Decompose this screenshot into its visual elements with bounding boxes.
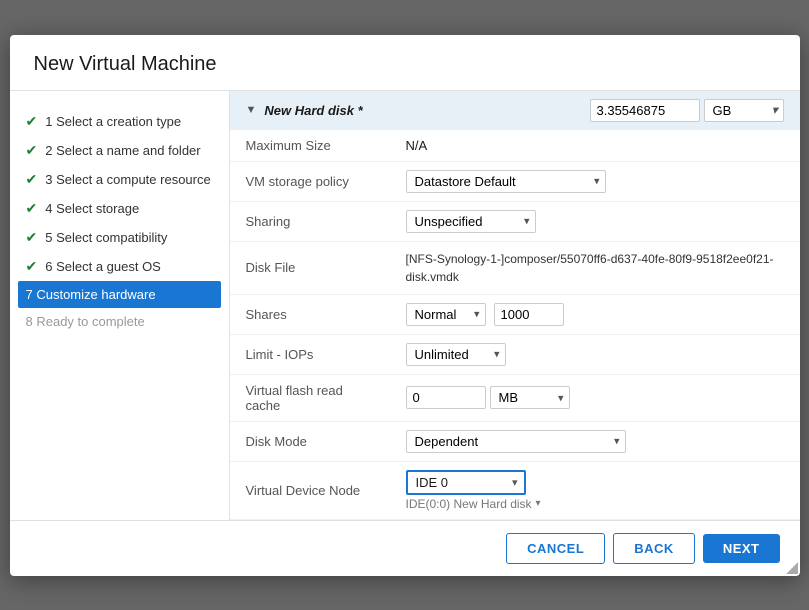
- resize-handle[interactable]: [786, 562, 798, 574]
- back-button[interactable]: BACK: [613, 533, 695, 564]
- disk-file-label: Disk File: [230, 241, 390, 294]
- check-icon-step4: ✔: [26, 200, 38, 217]
- shares-type-select[interactable]: Normal Low High Custom: [406, 303, 486, 326]
- sidebar-item-step1[interactable]: ✔ 1 Select a creation type: [10, 107, 229, 136]
- sidebar-item-step2[interactable]: ✔ 2 Select a name and folder: [10, 136, 229, 165]
- disk-mode-wrapper: Dependent Independent - Persistent Indep…: [406, 430, 626, 453]
- shares-label: Shares: [230, 294, 390, 334]
- disk-mode-label: Disk Mode: [230, 421, 390, 461]
- check-icon-step2: ✔: [26, 142, 38, 159]
- vm-storage-policy-row: VM storage policy Datastore Default: [230, 161, 800, 201]
- sidebar-item-step5[interactable]: ✔ 5 Select compatibility: [10, 223, 229, 252]
- limit-iops-row: Limit - IOPs Unlimited: [230, 334, 800, 374]
- shares-type-wrapper: Normal Low High Custom: [406, 303, 486, 326]
- limit-iops-select[interactable]: Unlimited: [406, 343, 506, 366]
- chevron-down-icon: ▼: [246, 104, 257, 116]
- check-icon-step6: ✔: [26, 258, 38, 275]
- disk-mode-row: Disk Mode Dependent Independent - Persis…: [230, 421, 800, 461]
- maximum-size-value: N/A: [390, 130, 800, 162]
- sharing-value: Unspecified None: [390, 201, 800, 241]
- limit-iops-value: Unlimited: [390, 334, 800, 374]
- virtual-device-node-value: IDE 0 IDE(0:0) New Hard disk ▾: [390, 461, 800, 519]
- dialog-footer: CANCEL BACK NEXT: [10, 520, 800, 576]
- vf-read-cache-input[interactable]: [406, 386, 486, 409]
- vf-unit-wrapper: MB GB: [490, 386, 570, 409]
- limit-iops-wrapper: Unlimited: [406, 343, 506, 366]
- vf-read-cache-value: MB GB: [390, 374, 800, 421]
- virtual-device-node-sub: IDE(0:0) New Hard disk ▾: [406, 497, 784, 511]
- virtual-device-node-label: Virtual Device Node: [230, 461, 390, 519]
- dialog-body: ✔ 1 Select a creation type ✔ 2 Select a …: [10, 91, 800, 520]
- disk-mode-value: Dependent Independent - Persistent Indep…: [390, 421, 800, 461]
- vm-storage-policy-wrapper: Datastore Default: [406, 170, 606, 193]
- check-icon-step1: ✔: [26, 113, 38, 130]
- new-vm-dialog: New Virtual Machine ✔ 1 Select a creatio…: [10, 35, 800, 576]
- vf-read-cache-row: Virtual flash read cache MB GB: [230, 374, 800, 421]
- hard-disk-size-input[interactable]: [590, 99, 700, 122]
- sidebar-item-step7[interactable]: 7 Customize hardware: [18, 281, 221, 308]
- vm-storage-policy-label: VM storage policy: [230, 161, 390, 201]
- size-input-group: GB MB TB: [590, 99, 784, 122]
- vm-storage-policy-value: Datastore Default: [390, 161, 800, 201]
- vf-controls: MB GB: [406, 386, 784, 409]
- cancel-button[interactable]: CANCEL: [506, 533, 605, 564]
- maximum-size-row: Maximum Size N/A: [230, 130, 800, 162]
- sidebar-item-step8[interactable]: 8 Ready to complete: [10, 308, 229, 335]
- sharing-wrapper: Unspecified None: [406, 210, 536, 233]
- dialog-title: New Virtual Machine: [10, 35, 800, 91]
- check-icon-step5: ✔: [26, 229, 38, 246]
- disk-file-value: [NFS-Synology-1-]composer/55070ff6-d637-…: [390, 241, 800, 294]
- shares-controls: Normal Low High Custom: [406, 303, 784, 326]
- vf-read-cache-label: Virtual flash read cache: [230, 374, 390, 421]
- virtual-device-node-row: Virtual Device Node IDE 0 IDE(0:0) New H…: [230, 461, 800, 519]
- virtual-device-node-box[interactable]: IDE 0: [406, 470, 526, 495]
- size-unit-select[interactable]: GB MB TB: [704, 99, 784, 122]
- next-button[interactable]: NEXT: [703, 534, 780, 563]
- disk-file-row: Disk File [NFS-Synology-1-]composer/5507…: [230, 241, 800, 294]
- sharing-label: Sharing: [230, 201, 390, 241]
- disk-mode-select[interactable]: Dependent Independent - Persistent Indep…: [406, 430, 626, 453]
- vf-unit-select[interactable]: MB GB: [490, 386, 570, 409]
- form-table: Maximum Size N/A VM storage policy Datas…: [230, 130, 800, 520]
- sidebar-item-step4[interactable]: ✔ 4 Select storage: [10, 194, 229, 223]
- sharing-select[interactable]: Unspecified None: [406, 210, 536, 233]
- size-unit-wrapper: GB MB TB: [704, 99, 784, 122]
- chevron-sub-icon: ▾: [536, 498, 541, 509]
- sidebar: ✔ 1 Select a creation type ✔ 2 Select a …: [10, 91, 230, 520]
- sharing-row: Sharing Unspecified None: [230, 201, 800, 241]
- limit-iops-label: Limit - IOPs: [230, 334, 390, 374]
- check-icon-step3: ✔: [26, 171, 38, 188]
- shares-value: Normal Low High Custom: [390, 294, 800, 334]
- section-header: ▼ New Hard disk * GB MB TB: [230, 91, 800, 130]
- section-title: New Hard disk *: [264, 103, 362, 118]
- disk-file-path: [NFS-Synology-1-]composer/55070ff6-d637-…: [406, 250, 784, 286]
- shares-value-input[interactable]: [494, 303, 564, 326]
- sidebar-item-step6[interactable]: ✔ 6 Select a guest OS: [10, 252, 229, 281]
- sidebar-item-step3[interactable]: ✔ 3 Select a compute resource: [10, 165, 229, 194]
- maximum-size-label: Maximum Size: [230, 130, 390, 162]
- main-content: ▼ New Hard disk * GB MB TB Maxim: [230, 91, 800, 520]
- shares-row-tr: Shares Normal Low High Custom: [230, 294, 800, 334]
- vm-storage-policy-select[interactable]: Datastore Default: [406, 170, 606, 193]
